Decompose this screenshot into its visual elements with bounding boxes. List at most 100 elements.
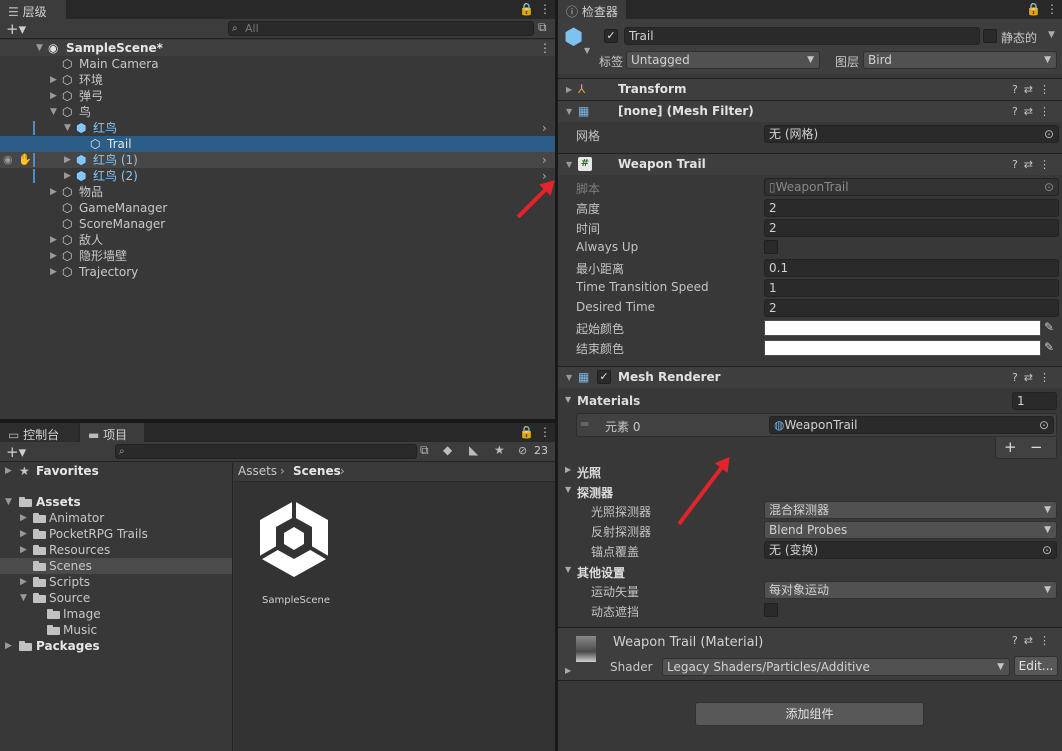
time-transition-speed-field[interactable]: 1 bbox=[764, 279, 1059, 297]
component-header-icons[interactable]: ?⇄⋮ bbox=[1012, 367, 1056, 388]
packages-row[interactable]: ▶ Packages bbox=[0, 638, 232, 654]
inspector-tab[interactable]: ⓘ 检查器 bbox=[558, 0, 626, 19]
scene-asset[interactable]: SampleScene bbox=[254, 497, 334, 607]
object-picker-icon[interactable]: ⊙ bbox=[1042, 542, 1052, 558]
always-up-checkbox[interactable] bbox=[764, 240, 778, 254]
layer-dropdown[interactable]: Bird ▼ bbox=[863, 51, 1057, 69]
lock-icon[interactable]: 🔒 bbox=[519, 2, 534, 16]
hierarchy-item[interactable]: ▼ ⬢ 红鸟 › bbox=[0, 120, 555, 136]
filter-label-icon[interactable]: ◣ bbox=[469, 443, 478, 457]
material-header-icons[interactable]: ?⇄⋮ bbox=[1012, 634, 1056, 647]
mesh-filter-header[interactable]: ▼ ▦ [none] (Mesh Filter) ?⇄⋮ bbox=[558, 100, 1062, 122]
project-tab[interactable]: ▬ 项目 bbox=[80, 423, 144, 442]
hierarchy-item[interactable]: ▶ ⬡ 弹弓 bbox=[0, 88, 555, 104]
object-icon-dropdown[interactable]: ▼ bbox=[584, 46, 590, 55]
element-field[interactable]: ◍WeaponTrail ⊙ bbox=[769, 416, 1054, 434]
weapon-trail-header[interactable]: ▼ # Weapon Trail ?⇄⋮ bbox=[558, 153, 1062, 175]
add-button[interactable]: +▾ bbox=[6, 443, 26, 461]
reflection-probes-dropdown[interactable]: Blend Probes ▼ bbox=[764, 521, 1057, 539]
lock-icon[interactable]: 🔒 bbox=[1026, 2, 1041, 16]
favorites-row[interactable]: ▶ ★ Favorites bbox=[0, 463, 232, 479]
hierarchy-item[interactable]: ◉ ✋ ▶ ⬢ 红鸟 (1) › bbox=[0, 152, 555, 168]
add-button[interactable]: +▾ bbox=[6, 20, 26, 38]
materials-count-field[interactable]: 1 bbox=[1012, 392, 1057, 410]
component-header-icons[interactable]: ?⇄⋮ bbox=[1012, 79, 1056, 100]
probes-label[interactable]: 探测器 bbox=[577, 484, 613, 501]
hierarchy-item[interactable]: ▶ ⬢ 红鸟 (2) › bbox=[0, 168, 555, 184]
anchor-override-field[interactable]: 无 (变换) ⊙ bbox=[764, 541, 1057, 559]
eyedropper-icon[interactable]: ✎ bbox=[1044, 340, 1054, 354]
dynamic-occlusion-checkbox[interactable] bbox=[764, 603, 778, 617]
hierarchy-search-input[interactable]: ⌕ All bbox=[228, 21, 534, 36]
motion-vectors-dropdown[interactable]: 每对象运动 ▼ bbox=[764, 581, 1057, 599]
hierarchy-item[interactable]: ▼ ⬡ 鸟 bbox=[0, 104, 555, 120]
desired-time-field[interactable]: 2 bbox=[764, 299, 1059, 317]
hierarchy-item[interactable]: ▶ ⬡ 物品 bbox=[0, 184, 555, 200]
component-header-icons[interactable]: ?⇄⋮ bbox=[1012, 154, 1056, 175]
static-dropdown-icon[interactable]: ▼ bbox=[1048, 30, 1055, 40]
fold-arrow-icon[interactable]: ▼ bbox=[565, 485, 571, 494]
visibility-eye-icon[interactable]: ◉ bbox=[3, 152, 13, 168]
hierarchy-item[interactable]: ▶ ⬡ 隐形墙壁 bbox=[0, 248, 555, 264]
add-component-button[interactable]: 添加组件 bbox=[695, 702, 924, 726]
favorite-star-icon[interactable]: ★ bbox=[494, 443, 505, 457]
fold-arrow-icon[interactable]: ▶ bbox=[565, 666, 571, 675]
hierarchy-item[interactable]: ▶ ⬡ 环境 bbox=[0, 72, 555, 88]
breadcrumb-current[interactable]: Scenes bbox=[293, 463, 341, 480]
search-options-icon[interactable]: ⧉ bbox=[538, 20, 547, 35]
hierarchy-item[interactable]: ⬡ Main Camera bbox=[0, 56, 555, 72]
more-icon[interactable]: ⋮ bbox=[539, 425, 551, 439]
folder-item[interactable]: Image bbox=[0, 606, 232, 622]
lighting-label[interactable]: 光照 bbox=[577, 464, 601, 481]
start-color-swatch[interactable] bbox=[764, 320, 1041, 336]
scene-row[interactable]: ▼ ◉ SampleScene* ⋮ bbox=[0, 40, 555, 56]
shader-dropdown[interactable]: Legacy Shaders/Particles/Additive ▼ bbox=[662, 658, 1010, 676]
hierarchy-item[interactable]: ▶ ⬡ Trajectory bbox=[0, 264, 555, 280]
lock-icon[interactable]: 🔒 bbox=[519, 425, 534, 439]
mesh-renderer-header[interactable]: ▼ ▦ ✓ Mesh Renderer ?⇄⋮ bbox=[558, 366, 1062, 388]
scene-menu-icon[interactable]: ⋮ bbox=[539, 40, 551, 56]
static-checkbox[interactable] bbox=[983, 29, 997, 43]
folder-item[interactable]: ▶ Resources bbox=[0, 542, 232, 558]
height-field[interactable]: 2 bbox=[764, 199, 1059, 217]
edit-shader-button[interactable]: Edit... bbox=[1014, 656, 1058, 676]
time-field[interactable]: 2 bbox=[764, 219, 1059, 237]
chevron-right-icon[interactable]: › bbox=[542, 120, 547, 136]
chevron-right-icon[interactable]: › bbox=[542, 152, 547, 168]
active-checkbox[interactable]: ✓ bbox=[604, 29, 618, 43]
fold-arrow-icon[interactable]: ▼ bbox=[565, 565, 571, 574]
light-probes-dropdown[interactable]: 混合探测器 ▼ bbox=[764, 501, 1057, 519]
fold-arrow-icon[interactable]: ▶ bbox=[565, 465, 571, 474]
more-icon[interactable]: ⋮ bbox=[1046, 2, 1058, 16]
folder-item-selected[interactable]: Scenes bbox=[0, 558, 232, 574]
console-tab[interactable]: ▭ 控制台 bbox=[0, 423, 78, 442]
hierarchy-item-selected[interactable]: ⬡ Trail bbox=[0, 136, 555, 152]
eyedropper-icon[interactable]: ✎ bbox=[1044, 320, 1054, 334]
folder-item[interactable]: Music bbox=[0, 622, 232, 638]
hidden-packages-icon[interactable]: ⊘ bbox=[518, 444, 527, 457]
add-element-button[interactable]: + bbox=[1004, 438, 1017, 456]
more-icon[interactable]: ⋮ bbox=[539, 2, 551, 16]
end-color-swatch[interactable] bbox=[764, 340, 1041, 356]
remove-element-button[interactable]: − bbox=[1030, 438, 1043, 456]
hierarchy-item[interactable]: ⬡ ScoreManager bbox=[0, 216, 555, 232]
tag-dropdown[interactable]: Untagged ▼ bbox=[626, 51, 820, 69]
object-picker-icon[interactable]: ⊙ bbox=[1039, 417, 1049, 433]
other-settings-label[interactable]: 其他设置 bbox=[577, 564, 625, 581]
hierarchy-item[interactable]: ▶ ⬡ 敌人 bbox=[0, 232, 555, 248]
breadcrumb-root[interactable]: Assets bbox=[238, 463, 277, 480]
mesh-renderer-enabled-checkbox[interactable]: ✓ bbox=[597, 370, 611, 384]
folder-item[interactable]: ▶ Animator bbox=[0, 510, 232, 526]
object-picker-icon[interactable]: ⊙ bbox=[1044, 126, 1054, 142]
folder-item[interactable]: ▶ PocketRPG Trails bbox=[0, 526, 232, 542]
hierarchy-tab[interactable]: ☰ 层级 bbox=[0, 0, 66, 19]
search-options-icon[interactable]: ⧉ bbox=[420, 443, 429, 458]
pick-hand-icon[interactable]: ✋ bbox=[18, 152, 32, 168]
project-search-input[interactable]: ⌕ bbox=[115, 444, 417, 459]
drag-handle-icon[interactable]: ═ bbox=[581, 417, 588, 431]
object-name-field[interactable]: Trail bbox=[624, 27, 980, 45]
assets-row[interactable]: ▼ Assets bbox=[0, 494, 232, 510]
hierarchy-item[interactable]: ⬡ GameManager bbox=[0, 200, 555, 216]
filter-type-icon[interactable]: ◆ bbox=[443, 443, 452, 457]
min-distance-field[interactable]: 0.1 bbox=[764, 259, 1059, 277]
